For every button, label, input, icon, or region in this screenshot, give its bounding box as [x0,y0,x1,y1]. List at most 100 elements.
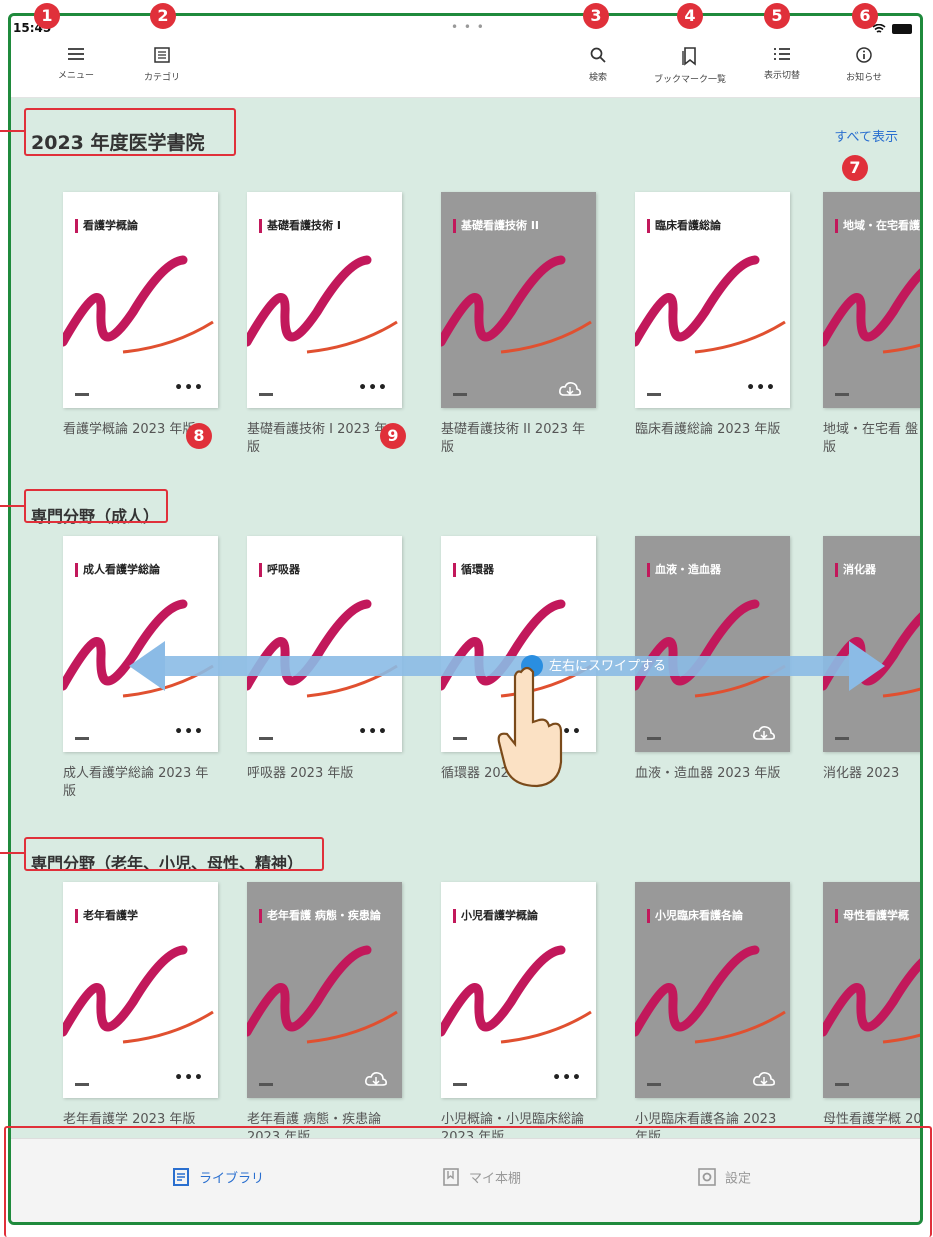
book-cover[interactable]: 地域・在宅看護 [823,192,920,408]
book-cover[interactable]: 臨床看護総論 ••• [635,192,790,408]
cover-title: 呼吸器 [259,561,300,577]
menu-button[interactable]: メニュー [31,46,121,81]
book-item[interactable]: 母性看護学概母性看護学概 2023 年版 [823,882,920,1129]
notice-button[interactable]: お知らせ [819,46,909,83]
book-name: 基礎看護技術 I 2023 年版 [247,422,388,455]
callout-5: 5 [764,3,790,29]
publisher-logo [453,1083,467,1086]
battery-icon [892,23,912,34]
publisher-logo [647,1083,661,1086]
callout-2: 2 [150,3,176,29]
book-item[interactable]: 基礎看護技術 II 基礎看護技術 II 2023 年版 [441,192,596,457]
multitask-dots[interactable]: • • • [451,20,485,34]
more-options-icon[interactable]: ••• [174,724,204,740]
cover-title: 基礎看護技術 II [453,217,539,233]
more-options-icon[interactable]: ••• [746,380,776,396]
more-options-icon[interactable]: ••• [174,1070,204,1086]
cover-graphic [441,255,592,354]
publisher-logo [835,393,849,396]
library-content[interactable]: 2023 年度医学書院 すべて表示 看護学概論 ••• 看護学概論 2023 年版基… [11,98,920,1145]
cover-title: 小児看護学概論 [453,907,538,923]
hamburger-icon [68,48,84,60]
cover-title: 小児臨床看護各論 [647,907,743,923]
book-cover[interactable]: 老年看護 病態・疾患論 [247,882,402,1098]
cover-graphic [635,255,786,354]
publisher-logo [75,393,89,396]
publisher-logo [75,737,89,740]
book-name: 基礎看護技術 II 2023 年版 [441,422,586,455]
more-options-icon[interactable]: ••• [552,1070,582,1086]
notice-label: お知らせ [846,73,882,83]
more-options-icon[interactable]: ••• [174,380,204,396]
book-cover[interactable]: 小児看護学概論 ••• [441,882,596,1098]
app-window: 15:45 • • • メニュー カテゴリ 検索 ブックマーク一覧 表示切替 お… [8,13,923,1225]
book-row-elderly-child[interactable]: 老年看護学 ••• 老年看護学 2023 年版 老年看護 病態・疾患論 老年看護 病態・… [11,882,920,1152]
book-item[interactable]: 老年看護学 ••• 老年看護学 2023 年版 [63,882,218,1129]
highlight-section-elderly [24,837,324,871]
book-name: 消化器 2023 [823,766,900,781]
cover-title: 老年看護 病態・疾患論 [259,907,381,923]
highlight-section-title [24,108,236,156]
cover-graphic [635,945,786,1044]
book-cover[interactable]: 基礎看護技術 I ••• [247,192,402,408]
publisher-logo [259,393,273,396]
cover-graphic [247,255,398,354]
publisher-logo [647,393,661,396]
cover-title: 基礎看護技術 I [259,217,341,233]
search-label: 検索 [588,73,607,83]
book-item[interactable]: 老年看護 病態・疾患論老年看護 病態・疾患論 2023 年版 [247,882,402,1147]
highlight-tab-bar [4,1126,932,1237]
view-toggle-button[interactable]: 表示切替 [737,46,827,81]
cover-title: 血液・造血器 [647,561,721,577]
category-button[interactable]: カテゴリ [117,46,207,83]
system-indicators [872,21,912,35]
cover-title: 臨床看護総論 [647,217,721,233]
cover-graphic [441,945,592,1044]
search-button[interactable]: 検索 [553,46,643,83]
top-toolbar: メニュー カテゴリ 検索 ブックマーク一覧 表示切替 お知らせ [11,40,920,98]
book-name: 成人看護学総論 2023 年版 [63,766,209,799]
cover-graphic [823,958,920,1044]
publisher-logo [647,737,661,740]
cover-title: 地域・在宅看護 [835,217,920,233]
callout-1: 1 [34,3,60,29]
callout-4: 4 [677,3,703,29]
book-item[interactable]: 小児看護学概論•••小児概論・小児臨床総論 2023 年版 [441,882,596,1147]
book-cover[interactable]: 看護学概論 ••• [63,192,218,408]
callout-line [0,130,24,132]
publisher-logo [75,1083,89,1086]
book-item[interactable]: 地域・在宅看護地域・在宅看 盤 2023 年版 [823,192,920,457]
cover-graphic [63,945,214,1044]
cloud-download-icon[interactable] [752,724,776,742]
book-cover[interactable]: 老年看護学 ••• [63,882,218,1098]
category-label: カテゴリ [143,73,180,83]
callout-line [0,852,24,854]
book-name: 臨床看護総論 2023 年版 [635,422,781,437]
cloud-download-icon[interactable] [558,380,582,398]
bookmarks-label: ブックマーク一覧 [653,75,726,85]
book-cover[interactable]: 母性看護学概 [823,882,920,1098]
callout-line [0,505,24,507]
cloud-download-icon[interactable] [364,1070,388,1088]
callout-6: 6 [852,3,878,29]
book-item[interactable]: 臨床看護総論 ••• 臨床看護総論 2023 年版 [635,192,790,439]
cover-title: 母性看護学概 [835,907,909,923]
see-all-link[interactable]: すべて表示 [834,126,898,145]
cloud-download-icon[interactable] [752,1070,776,1088]
book-item[interactable]: 小児臨床看護各論小児臨床看護各論 2023 年版 [635,882,790,1147]
cover-title: 看護学概論 [75,217,138,233]
book-name: 血液・造血器 2023 年版 [635,766,781,781]
more-options-icon[interactable]: ••• [358,724,388,740]
book-row-2023[interactable]: 看護学概論 ••• 看護学概論 2023 年版 基礎看護技術 I ••• 基礎看護技術 I… [11,192,920,462]
book-item[interactable]: 看護学概論 ••• 看護学概論 2023 年版 [63,192,218,439]
bookmarks-button[interactable]: ブックマーク一覧 [645,46,735,85]
search-icon [590,47,606,63]
cover-title: 老年看護学 [75,907,138,923]
book-cover[interactable]: 小児臨床看護各論 [635,882,790,1098]
book-item[interactable]: 基礎看護技術 I ••• 基礎看護技術 I 2023 年版 [247,192,402,457]
callout-9: 9 [380,423,406,449]
list-view-icon [774,48,790,60]
highlight-section-adult [24,489,168,523]
more-options-icon[interactable]: ••• [358,380,388,396]
book-cover[interactable]: 基礎看護技術 II [441,192,596,408]
